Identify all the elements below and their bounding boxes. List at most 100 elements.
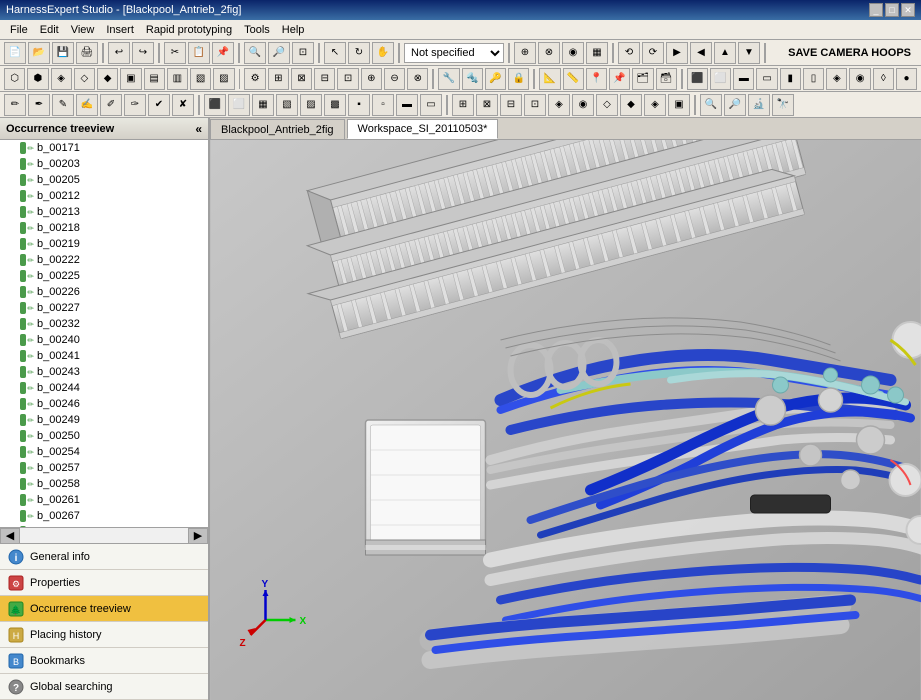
tb3-btn-14[interactable]: ▩ bbox=[324, 94, 346, 116]
tree-item[interactable]: ✏ b_00225 bbox=[0, 268, 208, 284]
tb2-btn-2[interactable]: ⬢ bbox=[27, 68, 48, 90]
zoom-out-button[interactable]: 🔎 bbox=[268, 42, 290, 64]
tb-btn-j[interactable]: ▼ bbox=[738, 42, 760, 64]
tb2-btn-23[interactable]: 📐 bbox=[539, 68, 560, 90]
tb-btn-f[interactable]: ⟳ bbox=[642, 42, 664, 64]
horizontal-scrollbar[interactable]: ◀ ▶ bbox=[0, 527, 208, 543]
scroll-left-button[interactable]: ◀ bbox=[0, 528, 20, 544]
tb2-btn-22[interactable]: 🔒 bbox=[508, 68, 529, 90]
tb-btn-a[interactable]: ⊕ bbox=[514, 42, 536, 64]
tb3-btn-12[interactable]: ▧ bbox=[276, 94, 298, 116]
redo-button[interactable]: ↪ bbox=[132, 42, 154, 64]
tb3-btn-23[interactable]: ◈ bbox=[548, 94, 570, 116]
tb3-btn-4[interactable]: ✍ bbox=[76, 94, 98, 116]
tb2-btn-5[interactable]: ◆ bbox=[97, 68, 118, 90]
menu-rapid-prototyping[interactable]: Rapid prototyping bbox=[140, 22, 238, 38]
tb3-btn-15[interactable]: ▪ bbox=[348, 94, 370, 116]
menu-help[interactable]: Help bbox=[276, 22, 311, 38]
tb2-btn-25[interactable]: 📍 bbox=[586, 68, 607, 90]
tb2-btn-31[interactable]: ▬ bbox=[733, 68, 754, 90]
tree-item[interactable]: ✏ b_00240 bbox=[0, 332, 208, 348]
tb2-btn-33[interactable]: ▮ bbox=[780, 68, 801, 90]
tb3-btn-17[interactable]: ▬ bbox=[396, 94, 418, 116]
tree-item[interactable]: ✏ b_00171 bbox=[0, 140, 208, 156]
nav-bookmarks[interactable]: B Bookmarks bbox=[0, 648, 208, 674]
menu-insert[interactable]: Insert bbox=[100, 22, 140, 38]
tree-item[interactable]: ✏ b_00219 bbox=[0, 236, 208, 252]
tree-item[interactable]: ✏ b_00205 bbox=[0, 172, 208, 188]
tb2-btn-19[interactable]: 🔧 bbox=[438, 68, 459, 90]
tb2-btn-13[interactable]: ⊠ bbox=[291, 68, 312, 90]
tb-btn-c[interactable]: ◉ bbox=[562, 42, 584, 64]
tree-item[interactable]: ✏ b_00254 bbox=[0, 444, 208, 460]
tree-item[interactable]: ✏ b_00250 bbox=[0, 428, 208, 444]
pan-button[interactable]: ✋ bbox=[372, 42, 394, 64]
tb2-btn-18[interactable]: ⊗ bbox=[407, 68, 428, 90]
tb2-btn-29[interactable]: ⬛ bbox=[687, 68, 708, 90]
tree-item[interactable]: ✏ b_00232 bbox=[0, 316, 208, 332]
tree-item[interactable]: ✏ b_00227 bbox=[0, 300, 208, 316]
tree-item[interactable]: ✏ b_00203 bbox=[0, 156, 208, 172]
select-button[interactable]: ↖ bbox=[324, 42, 346, 64]
copy-button[interactable]: 📋 bbox=[188, 42, 210, 64]
tree-item[interactable]: ✏ b_00246 bbox=[0, 396, 208, 412]
tb3-btn-28[interactable]: ▣ bbox=[668, 94, 690, 116]
open-button[interactable]: 📂 bbox=[28, 42, 50, 64]
tb2-btn-26[interactable]: 📌 bbox=[609, 68, 630, 90]
tree-item[interactable]: ✏ b_00261 bbox=[0, 492, 208, 508]
tb-btn-g[interactable]: ▶ bbox=[666, 42, 688, 64]
nav-occurrence-treeview[interactable]: 🌲 Occurrence treeview bbox=[0, 596, 208, 622]
tb3-btn-31[interactable]: 🔬 bbox=[748, 94, 770, 116]
tab-blackpool[interactable]: Blackpool_Antrieb_2fig bbox=[210, 119, 345, 139]
tb3-btn-13[interactable]: ▨ bbox=[300, 94, 322, 116]
tree-item[interactable]: ✏ b_00243 bbox=[0, 364, 208, 380]
tb3-btn-29[interactable]: 🔍 bbox=[700, 94, 722, 116]
tb-btn-i[interactable]: ▲ bbox=[714, 42, 736, 64]
tb3-btn-5[interactable]: ✐ bbox=[100, 94, 122, 116]
tree-item[interactable]: ✏ b_00241 bbox=[0, 348, 208, 364]
tb2-btn-11[interactable]: ⚙ bbox=[244, 68, 265, 90]
tb2-btn-21[interactable]: 🔑 bbox=[485, 68, 506, 90]
tree-item[interactable]: ✏ b_00257 bbox=[0, 460, 208, 476]
tab-workspace[interactable]: Workspace_SI_20110503* bbox=[347, 119, 499, 139]
tb3-btn-26[interactable]: ◆ bbox=[620, 94, 642, 116]
tb2-btn-15[interactable]: ⊡ bbox=[337, 68, 358, 90]
tb3-btn-32[interactable]: 🔭 bbox=[772, 94, 794, 116]
tree-item[interactable]: ✏ b_00212 bbox=[0, 188, 208, 204]
cut-button[interactable]: ✂ bbox=[164, 42, 186, 64]
zoom-in-button[interactable]: 🔍 bbox=[244, 42, 266, 64]
tb2-btn-32[interactable]: ▭ bbox=[756, 68, 777, 90]
tb2-btn-16[interactable]: ⊕ bbox=[361, 68, 382, 90]
menu-view[interactable]: View bbox=[65, 22, 101, 38]
scroll-right-button[interactable]: ▶ bbox=[188, 528, 208, 544]
tree-item[interactable]: ✏ b_00244 bbox=[0, 380, 208, 396]
menu-edit[interactable]: Edit bbox=[34, 22, 65, 38]
tb3-btn-3[interactable]: ✎ bbox=[52, 94, 74, 116]
tb2-btn-24[interactable]: 📏 bbox=[563, 68, 584, 90]
horizontal-scrollbar-track[interactable] bbox=[20, 528, 188, 543]
tb3-btn-9[interactable]: ⬛ bbox=[204, 94, 226, 116]
menu-tools[interactable]: Tools bbox=[238, 22, 276, 38]
tb2-btn-10[interactable]: ▨ bbox=[213, 68, 234, 90]
tb3-btn-7[interactable]: ✔ bbox=[148, 94, 170, 116]
tb2-btn-6[interactable]: ▣ bbox=[120, 68, 141, 90]
save-button[interactable]: 💾 bbox=[52, 42, 74, 64]
menu-file[interactable]: File bbox=[4, 22, 34, 38]
view-dropdown[interactable]: Not specified bbox=[404, 43, 504, 63]
tb2-btn-38[interactable]: ● bbox=[896, 68, 917, 90]
treeview-collapse-button[interactable]: « bbox=[195, 122, 202, 136]
tb3-btn-8[interactable]: ✘ bbox=[172, 94, 194, 116]
tb3-btn-11[interactable]: ▦ bbox=[252, 94, 274, 116]
tree-item[interactable]: ✏ b_00213 bbox=[0, 204, 208, 220]
tb2-btn-34[interactable]: ▯ bbox=[803, 68, 824, 90]
treeview-scroll[interactable]: ✏ b_00171 ✏ b_00203 ✏ b_00205 ✏ b_00212 … bbox=[0, 140, 208, 527]
tb2-btn-8[interactable]: ▥ bbox=[167, 68, 188, 90]
viewport-3d[interactable]: X Y Z bbox=[210, 140, 921, 700]
tb3-btn-25[interactable]: ◇ bbox=[596, 94, 618, 116]
minimize-button[interactable]: _ bbox=[869, 3, 883, 17]
tb2-btn-28[interactable]: 🗃 bbox=[656, 68, 677, 90]
tree-item[interactable]: ✏ b_00222 bbox=[0, 252, 208, 268]
fit-button[interactable]: ⊡ bbox=[292, 42, 314, 64]
tb2-btn-3[interactable]: ◈ bbox=[51, 68, 72, 90]
tb3-btn-27[interactable]: ◈ bbox=[644, 94, 666, 116]
